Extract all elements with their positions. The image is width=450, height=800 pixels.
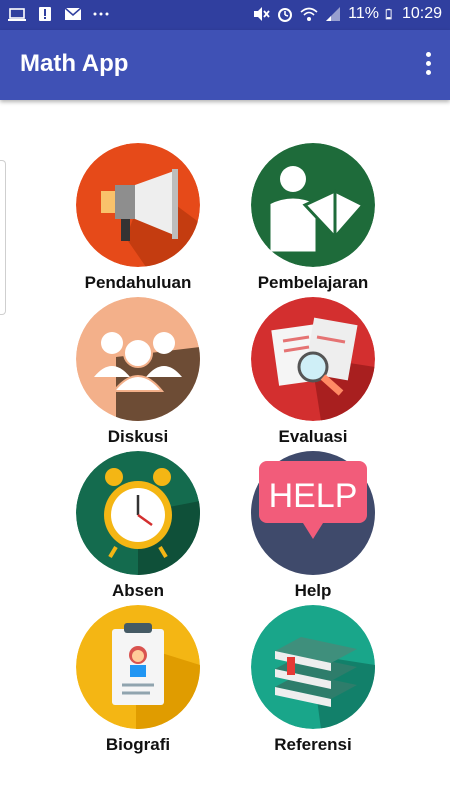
alarm-clock-icon xyxy=(76,451,200,575)
signal-icon xyxy=(326,7,341,21)
svg-text:HELP: HELP xyxy=(269,477,358,515)
clipboard-profile-icon xyxy=(76,605,200,729)
menu-item-label: Pembelajaran xyxy=(257,273,369,292)
menu-item-referensi[interactable]: Referensi xyxy=(233,605,393,755)
menu-item-help[interactable]: HELP Help xyxy=(233,451,393,601)
document-search-icon xyxy=(251,297,375,421)
app-title: Math App xyxy=(20,50,129,77)
menu-item-label: Biografi xyxy=(105,735,171,754)
menu-item-biografi[interactable]: Biografi xyxy=(58,605,218,755)
book-stack-icon xyxy=(251,605,375,729)
menu-item-pendahuluan[interactable]: Pendahuluan xyxy=(58,143,218,293)
menu-item-label: Referensi xyxy=(274,735,352,754)
menu-item-absen[interactable]: Absen xyxy=(58,451,218,601)
drawer-edge-handle[interactable] xyxy=(0,160,6,315)
laptop-icon xyxy=(8,8,26,21)
menu-item-pembelajaran[interactable]: Pembelajaran xyxy=(233,143,393,293)
menu-item-evaluasi[interactable]: Evaluasi xyxy=(233,297,393,447)
menu-item-diskusi[interactable]: Diskusi xyxy=(58,297,218,447)
alert-icon xyxy=(39,7,51,21)
mute-icon xyxy=(254,7,270,21)
help-sign-icon: HELP xyxy=(251,451,375,575)
menu-item-label: Evaluasi xyxy=(278,427,348,446)
mail-icon xyxy=(64,7,82,20)
menu-item-label: Pendahuluan xyxy=(84,273,192,292)
app-bar: Math App xyxy=(0,30,450,100)
menu-item-label: Diskusi xyxy=(107,427,169,446)
status-bar: 11% 10:29 xyxy=(0,0,450,30)
more-icon xyxy=(93,12,109,16)
menu-item-label: Absen xyxy=(112,581,164,600)
overflow-menu-icon[interactable] xyxy=(420,52,436,78)
battery-icon xyxy=(385,8,392,20)
wifi-icon xyxy=(300,7,318,21)
megaphone-icon xyxy=(76,143,200,267)
battery-percentage: 11% xyxy=(348,5,379,22)
group-icon xyxy=(76,297,200,421)
clock-time: 10:29 xyxy=(401,5,442,22)
alarm-icon xyxy=(278,8,293,22)
reading-person-icon xyxy=(251,143,375,267)
menu-item-label: Help xyxy=(294,581,332,600)
